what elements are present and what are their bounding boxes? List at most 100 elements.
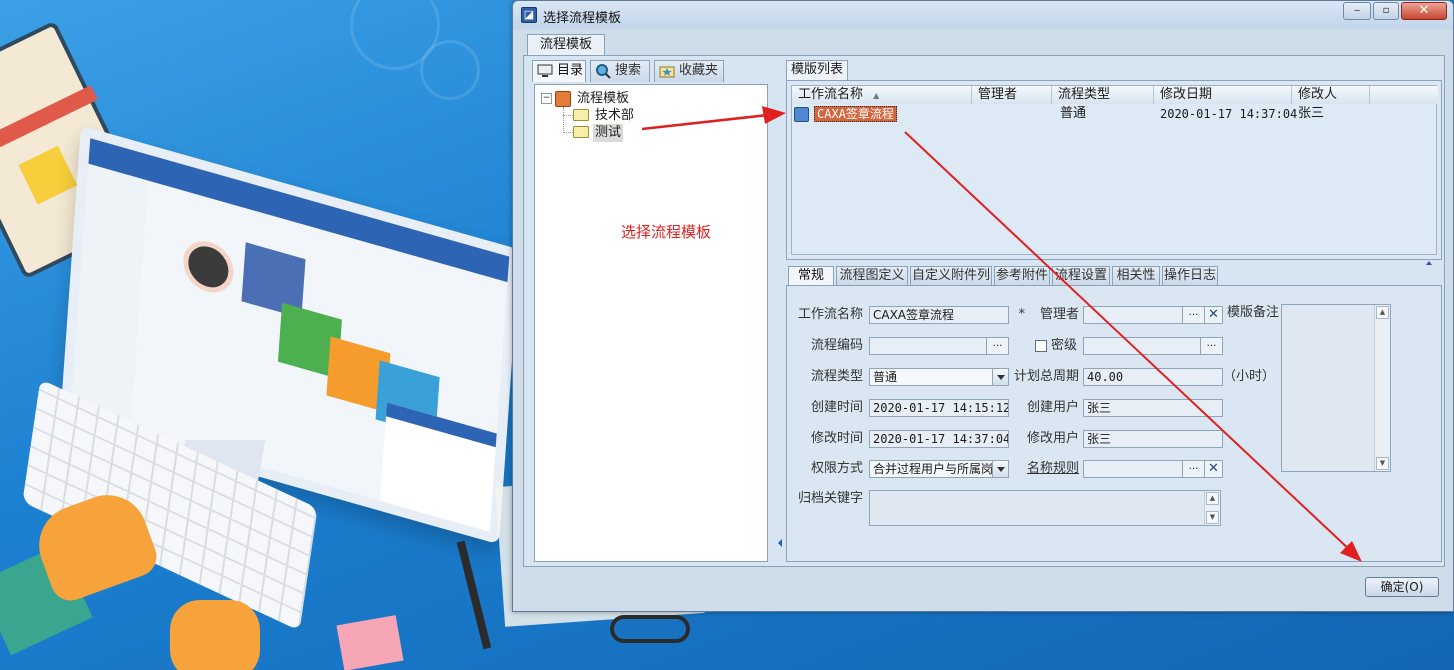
tree-item-tech-dept[interactable]: 技术部 [595, 107, 634, 125]
tree-item-root[interactable]: 流程模板 [577, 90, 629, 108]
workflow-root-icon [555, 91, 571, 107]
tab-favorites[interactable]: 收藏夹 [654, 60, 724, 82]
folder-star-icon [659, 63, 675, 79]
flow-type-select[interactable]: 普通 [869, 368, 1009, 386]
flow-code-field[interactable]: … [869, 337, 1009, 355]
tab-relevance[interactable]: 相关性 [1112, 266, 1160, 285]
title-bar[interactable]: ◪ 选择流程模板 ‒ ▫ ✕ [513, 1, 1453, 29]
search-icon [595, 63, 611, 79]
naming-rule-browse-button[interactable]: … [1182, 461, 1204, 477]
folder-icon [573, 109, 589, 121]
created-time-label: 创建时间 [810, 400, 863, 415]
tab-reference-attachments[interactable]: 参考附件 [994, 266, 1050, 285]
column-header-modifier[interactable]: 修改人 [1292, 86, 1370, 104]
window-title: 选择流程模板 [543, 11, 622, 26]
scroll-down-icon[interactable]: ▼ [1376, 457, 1389, 470]
folder-icon [573, 126, 589, 138]
outer-panel: 目录 搜索 收藏夹 − 流程模板 技术部 测试 选择流程模板 模版列表 工作流名… [523, 55, 1445, 567]
flow-code-label: 流程编码 [810, 338, 863, 353]
ok-button[interactable]: 确定(O) [1365, 577, 1439, 597]
manager-field[interactable]: … ✕ [1083, 306, 1223, 324]
workflow-name-field[interactable]: CAXA签章流程 [869, 306, 1009, 324]
app-icon: ◪ [521, 7, 537, 23]
maximize-button[interactable]: ▫ [1373, 2, 1399, 20]
tree-collapse-toggle[interactable]: − [541, 93, 552, 104]
splitter-collapse-arrow[interactable] [778, 539, 782, 547]
archive-keyword-field[interactable]: ▲ ▼ [869, 490, 1221, 526]
envelope-illustration [336, 615, 404, 670]
tab-catalog-label: 目录 [557, 63, 584, 78]
tab-catalog[interactable]: 目录 [532, 60, 586, 82]
cell-workflow-name: CAXA签章流程 [814, 106, 897, 122]
select-template-dialog: ◪ 选择流程模板 ‒ ▫ ✕ 流程模板 目录 搜索 收藏夹 − 流程模板 技术部… [512, 0, 1454, 612]
flow-type-label: 流程类型 [810, 369, 863, 384]
planned-period-field[interactable]: 40.00 [1083, 368, 1223, 386]
secret-level-checkbox[interactable] [1035, 340, 1047, 352]
scroll-up-icon[interactable]: ▲ [1206, 492, 1219, 505]
glasses-illustration [610, 615, 690, 643]
flow-code-browse-button[interactable]: … [986, 338, 1008, 354]
modified-user-field[interactable]: 张三 [1083, 430, 1223, 448]
template-remark-label: 模版备注 [1226, 305, 1279, 320]
naming-rule-clear-button[interactable]: ✕ [1204, 461, 1222, 477]
tree-connector [563, 132, 573, 133]
tree-item-test[interactable]: 测试 [593, 124, 624, 142]
modified-time-label: 修改时间 [810, 431, 863, 446]
scroll-up-icon[interactable]: ▲ [1376, 306, 1389, 319]
cell-type: 普通 [1060, 106, 1087, 121]
manager-browse-button[interactable]: … [1182, 307, 1204, 323]
scroll-down-icon[interactable]: ▼ [1206, 511, 1219, 524]
template-list[interactable]: 工作流名称 ▲ 管理者 流程类型 修改日期 修改人 CAXA签章流程 普通 20… [791, 85, 1438, 255]
tree-connector [563, 115, 573, 116]
tab-general[interactable]: 常规 [788, 266, 834, 286]
tab-flow-template[interactable]: 流程模板 [527, 34, 605, 56]
permission-mode-label: 权限方式 [810, 461, 863, 476]
manager-clear-button[interactable]: ✕ [1204, 307, 1222, 323]
naming-rule-field[interactable]: … ✕ [1083, 460, 1223, 478]
naming-rule-label: 名称规则 [1026, 461, 1079, 476]
tree-connector [563, 107, 564, 133]
workflow-name-label: 工作流名称 [797, 307, 863, 322]
remark-scrollbar[interactable]: ▲ ▼ [1374, 305, 1390, 471]
stamp-decoration [420, 40, 480, 100]
cell-modifier: 张三 [1298, 106, 1325, 121]
column-header-name[interactable]: 工作流名称 ▲ [792, 86, 972, 104]
close-button[interactable]: ✕ [1401, 2, 1447, 20]
secret-level-label: 密级 [1050, 338, 1077, 353]
permission-mode-select[interactable]: 合并过程用户与所属岗 [869, 460, 1009, 478]
tab-operation-log[interactable]: 操作日志 [1162, 266, 1218, 285]
tab-custom-attachment-columns[interactable]: 自定义附件列 [910, 266, 992, 285]
workflow-template-icon [794, 107, 809, 122]
chevron-down-icon[interactable] [992, 461, 1008, 477]
created-time-field[interactable]: 2020-01-17 14:15:12 [869, 399, 1009, 417]
pen-illustration [456, 540, 492, 650]
secret-level-field[interactable]: … [1083, 337, 1223, 355]
general-form: 工作流名称 CAXA签章流程 * 管理者 … ✕ 模版备注 ▲ ▼ 流程编码 … [786, 285, 1442, 562]
column-header-type[interactable]: 流程类型 [1052, 86, 1154, 104]
catalog-tree: − 流程模板 技术部 测试 选择流程模板 [534, 84, 768, 562]
period-unit-label: （小时） [1223, 369, 1276, 384]
created-user-field[interactable]: 张三 [1083, 399, 1223, 417]
template-remark-field[interactable]: ▲ ▼ [1281, 304, 1391, 472]
table-row[interactable]: CAXA签章流程 [814, 105, 897, 123]
secret-level-browse-button[interactable]: … [1200, 338, 1222, 354]
created-user-label: 创建用户 [1026, 400, 1079, 415]
column-header-modified[interactable]: 修改日期 [1154, 86, 1292, 104]
minimize-button[interactable]: ‒ [1343, 2, 1371, 20]
required-mark: * [1018, 307, 1026, 322]
tab-template-list[interactable]: 模版列表 [786, 60, 848, 80]
archive-keyword-scrollbar[interactable]: ▲ ▼ [1204, 491, 1220, 525]
tab-flowchart-definition[interactable]: 流程图定义 [836, 266, 908, 285]
column-header-manager[interactable]: 管理者 [972, 86, 1052, 104]
template-list-panel: 工作流名称 ▲ 管理者 流程类型 修改日期 修改人 CAXA签章流程 普通 20… [786, 80, 1442, 260]
tab-flow-settings[interactable]: 流程设置 [1052, 266, 1110, 285]
tab-search[interactable]: 搜索 [590, 60, 650, 82]
tab-favorites-label: 收藏夹 [679, 63, 719, 78]
sort-ascending-icon: ▲ [873, 91, 880, 100]
manager-label: 管理者 [1039, 307, 1079, 322]
chevron-down-icon[interactable] [992, 369, 1008, 385]
planned-period-label: 计划总周期 [1013, 369, 1079, 384]
panel-resize-arrow[interactable] [1426, 261, 1432, 265]
modified-time-field[interactable]: 2020-01-17 14:37:04 [869, 430, 1009, 448]
monitor-icon [537, 63, 553, 79]
